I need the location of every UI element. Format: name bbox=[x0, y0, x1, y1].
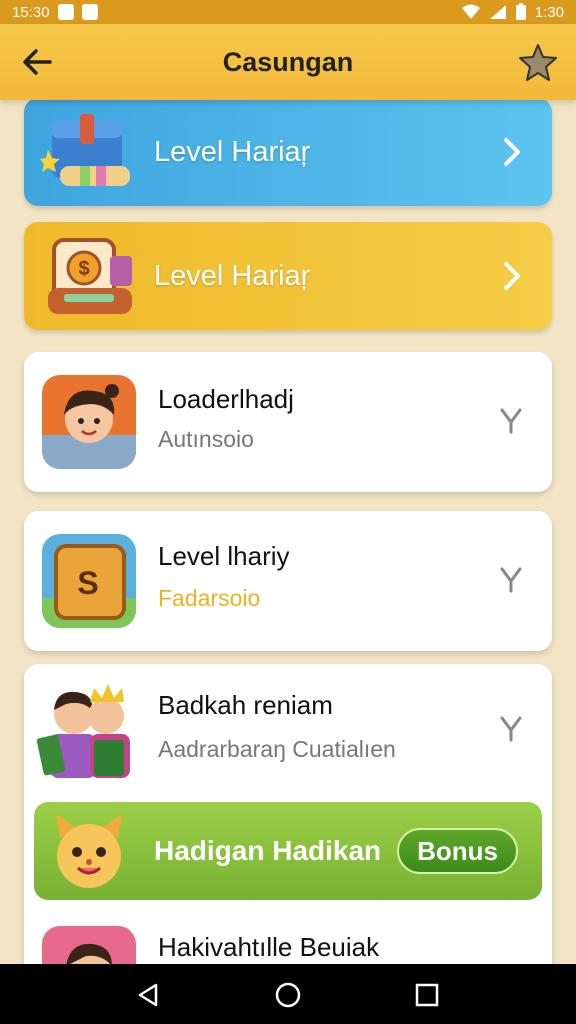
chevron-right-icon bbox=[504, 138, 520, 166]
svg-text:$: $ bbox=[78, 258, 89, 280]
level-banner-blue[interactable]: Level Hariaŗ bbox=[24, 100, 552, 206]
chevron-icon bbox=[500, 716, 522, 742]
system-nav-bar bbox=[0, 964, 576, 1024]
status-time-right: 1:30 bbox=[534, 3, 564, 21]
battery-icon bbox=[515, 3, 526, 20]
list-item-card-expanded[interactable]: Badkah reniam Aadrarbaraŋ Cuatialıen Had… bbox=[24, 664, 552, 964]
card-title: Level lhariy bbox=[158, 541, 290, 571]
nav-recents-icon[interactable] bbox=[414, 982, 440, 1008]
chevron-icon bbox=[500, 567, 522, 593]
cat-mascot-icon bbox=[56, 814, 122, 888]
wifi-icon bbox=[461, 4, 480, 19]
back-arrow-icon[interactable] bbox=[18, 44, 58, 80]
nav-home-icon[interactable] bbox=[274, 981, 302, 1009]
bonus-button[interactable]: Bonus bbox=[397, 828, 518, 874]
level-banner-yellow[interactable]: $ Level Hariaŗ bbox=[24, 222, 552, 330]
signal-icon bbox=[489, 5, 506, 19]
list-item-card[interactable]: S Level lhariy Fadarsoio bbox=[24, 511, 552, 651]
card-title: Badkah reniam bbox=[158, 690, 333, 720]
bonus-label: Hadigan Hadikan bbox=[154, 835, 382, 866]
chevron-right-icon bbox=[504, 262, 520, 290]
notification-icon bbox=[57, 4, 74, 20]
nav-back-icon[interactable] bbox=[136, 982, 162, 1008]
page-title: Casungan bbox=[222, 46, 354, 77]
list-item-card[interactable]: Loaderlhadj Autınsoio bbox=[24, 352, 552, 492]
notification-icon-2 bbox=[81, 4, 98, 20]
king-characters-icon bbox=[36, 684, 130, 778]
avatar bbox=[42, 375, 136, 469]
card-subtitle: Autınsoio bbox=[158, 426, 254, 452]
star-icon[interactable] bbox=[518, 42, 558, 82]
bonus-banner[interactable]: Hadigan Hadikan Bonus bbox=[34, 802, 542, 900]
treasure-box-icon bbox=[40, 114, 130, 186]
banner-label: Level Hariaŗ bbox=[154, 259, 311, 292]
content-list: Level Hariaŗ $ Level Hariaŗ Loaderlhadj … bbox=[0, 100, 576, 964]
card-subtitle: Fadarsoio bbox=[158, 585, 261, 611]
chevron-icon bbox=[500, 408, 522, 434]
avatar bbox=[42, 926, 136, 964]
status-bar: 15:30 1:30 bbox=[0, 0, 576, 24]
banner-label: Level Hariaŗ bbox=[154, 135, 311, 168]
word-tile-icon: S bbox=[42, 534, 136, 628]
card-title: Hakivahtılle Beuiak bbox=[158, 932, 380, 962]
coin-machine-icon: $ bbox=[48, 238, 132, 314]
svg-text:S: S bbox=[77, 565, 98, 601]
card-subtitle: Aadrarbaraŋ Cuatialıen bbox=[158, 736, 396, 762]
status-time-left: 15:30 bbox=[12, 3, 50, 21]
card-title: Loaderlhadj bbox=[158, 384, 294, 414]
app-bar: Casungan bbox=[0, 24, 576, 100]
